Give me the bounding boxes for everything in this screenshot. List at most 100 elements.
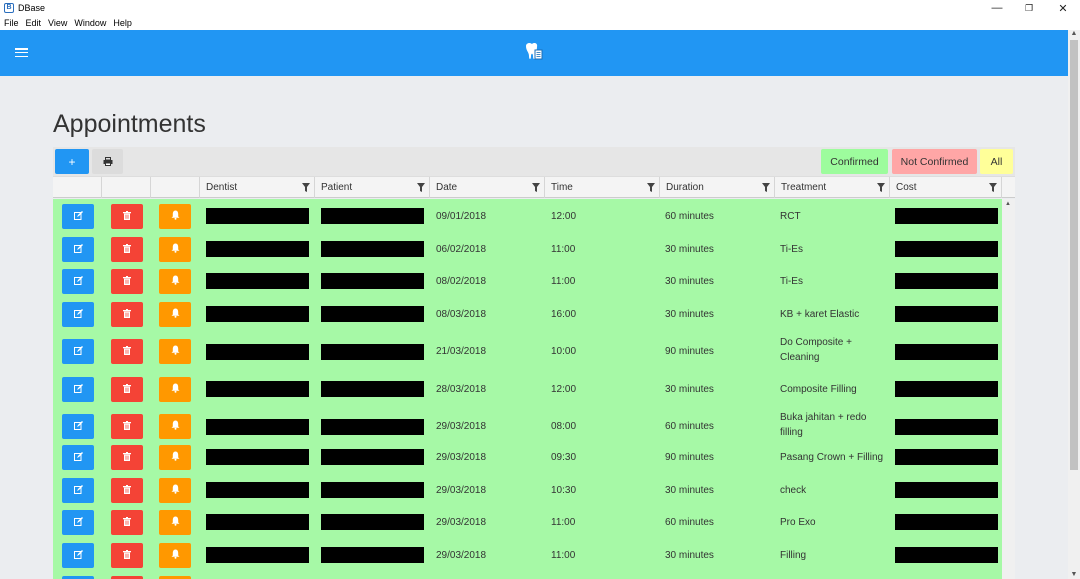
bell-icon: [171, 516, 180, 529]
duration-cell: 30 minutes: [665, 276, 714, 287]
trash-icon: [123, 516, 131, 529]
notify-button[interactable]: [159, 445, 191, 470]
header-duration[interactable]: Duration: [660, 177, 775, 198]
notify-button[interactable]: [159, 204, 191, 229]
scroll-up-icon[interactable]: ▲: [1070, 30, 1078, 38]
notify-button[interactable]: [159, 510, 191, 535]
notify-button[interactable]: [159, 339, 191, 364]
date-cell: 09/01/2018: [436, 211, 487, 222]
delete-button[interactable]: [111, 414, 143, 439]
notify-button[interactable]: [159, 302, 191, 327]
table-row[interactable]: 21/03/2018 10:00 90 minutes Do Composite + …: [53, 330, 1002, 373]
menu-window[interactable]: Window: [74, 18, 106, 28]
table-row[interactable]: [53, 572, 1002, 579]
print-button[interactable]: [92, 149, 123, 174]
filter-funnel-icon[interactable]: [762, 183, 770, 192]
delete-button[interactable]: [111, 510, 143, 535]
notify-button[interactable]: [159, 237, 191, 262]
table-row[interactable]: 28/03/2018 12:00 30 minutes Composite Filli…: [53, 373, 1002, 405]
header-notify-col: [151, 177, 200, 198]
close-button[interactable]: ✕: [1046, 0, 1080, 16]
edit-button[interactable]: [62, 510, 94, 535]
edit-button[interactable]: [62, 302, 94, 327]
edit-button[interactable]: [62, 543, 94, 568]
filter-funnel-icon[interactable]: [302, 183, 310, 192]
delete-button[interactable]: [111, 543, 143, 568]
delete-button[interactable]: [111, 269, 143, 294]
edit-icon: [73, 243, 83, 256]
edit-button[interactable]: [62, 445, 94, 470]
header-cost[interactable]: Cost: [890, 177, 1002, 198]
duration-cell: 30 minutes: [665, 244, 714, 255]
menu-edit[interactable]: Edit: [26, 18, 42, 28]
edit-button[interactable]: [62, 237, 94, 262]
treatment-cell: check: [780, 485, 807, 496]
header-date[interactable]: Date: [430, 177, 545, 198]
duration-cell: 60 minutes: [665, 517, 714, 528]
grid-scrollbar[interactable]: ▲: [1002, 199, 1015, 579]
filter-funnel-icon[interactable]: [877, 183, 885, 192]
edit-button[interactable]: [62, 269, 94, 294]
edit-icon: [73, 275, 83, 288]
notify-button[interactable]: [159, 269, 191, 294]
date-cell: 28/03/2018: [436, 384, 487, 395]
header-time[interactable]: Time: [545, 177, 660, 198]
date-cell: 29/03/2018: [436, 421, 487, 432]
filter-funnel-icon[interactable]: [989, 183, 997, 192]
table-row[interactable]: 29/03/2018 11:00 60 minutes Pro Exo: [53, 506, 1002, 538]
table-row[interactable]: 06/02/2018 11:00 30 minutes Ti-Es: [53, 233, 1002, 265]
notify-button[interactable]: [159, 414, 191, 439]
scrollbar-thumb[interactable]: [1070, 40, 1078, 470]
patient-redacted: [321, 208, 424, 224]
date-cell: 29/03/2018: [436, 517, 487, 528]
edit-icon: [73, 210, 83, 223]
delete-button[interactable]: [111, 339, 143, 364]
scroll-up-icon[interactable]: ▲: [1005, 201, 1011, 207]
edit-button[interactable]: [62, 204, 94, 229]
add-appointment-button[interactable]: +: [55, 149, 89, 174]
delete-button[interactable]: [111, 237, 143, 262]
filter-confirmed-button[interactable]: Confirmed: [821, 149, 888, 174]
delete-button[interactable]: [111, 302, 143, 327]
window-scrollbar[interactable]: ▲ ▼: [1068, 30, 1080, 579]
dentist-redacted: [206, 208, 309, 224]
table-row[interactable]: 29/03/2018 11:00 30 minutes Filling: [53, 539, 1002, 571]
filter-all-button[interactable]: All: [980, 149, 1013, 174]
delete-button[interactable]: [111, 204, 143, 229]
edit-button[interactable]: [62, 339, 94, 364]
table-row[interactable]: 29/03/2018 10:30 30 minutes check: [53, 474, 1002, 506]
table-row[interactable]: 08/03/2018 16:00 30 minutes KB + karet Elas…: [53, 298, 1002, 330]
restore-button[interactable]: ❐: [1012, 0, 1046, 16]
bell-icon: [171, 451, 180, 464]
scroll-down-icon[interactable]: ▼: [1070, 571, 1078, 579]
cost-redacted: [895, 273, 998, 289]
header-dentist[interactable]: Dentist: [200, 177, 315, 198]
edit-button[interactable]: [62, 478, 94, 503]
delete-button[interactable]: [111, 445, 143, 470]
edit-button[interactable]: [62, 377, 94, 402]
delete-button[interactable]: [111, 377, 143, 402]
filter-funnel-icon[interactable]: [417, 183, 425, 192]
menu-file[interactable]: File: [4, 18, 19, 28]
header-patient[interactable]: Patient: [315, 177, 430, 198]
hamburger-menu-icon[interactable]: [15, 48, 28, 58]
menu-view[interactable]: View: [48, 18, 67, 28]
delete-button[interactable]: [111, 478, 143, 503]
time-cell: 09:30: [551, 452, 577, 463]
filter-not-confirmed-button[interactable]: Not Confirmed: [892, 149, 977, 174]
edit-button[interactable]: [62, 414, 94, 439]
menu-help[interactable]: Help: [113, 18, 132, 28]
notify-button[interactable]: [159, 478, 191, 503]
filter-funnel-icon[interactable]: [532, 183, 540, 192]
notify-button[interactable]: [159, 377, 191, 402]
time-cell: 11:00: [551, 244, 576, 255]
table-row[interactable]: 09/01/2018 12:00 60 minutes RCT: [53, 200, 1002, 232]
header-treatment[interactable]: Treatment: [775, 177, 890, 198]
table-row[interactable]: 29/03/2018 09:30 90 minutes Pasang Crown + …: [53, 441, 1002, 473]
filter-funnel-icon[interactable]: [647, 183, 655, 192]
table-row[interactable]: 08/02/2018 11:00 30 minutes Ti-Es: [53, 265, 1002, 297]
edit-icon: [73, 420, 83, 433]
notify-button[interactable]: [159, 543, 191, 568]
treatment-cell: KB + karet Elastic: [780, 309, 860, 320]
minimize-button[interactable]: —: [980, 0, 1014, 16]
